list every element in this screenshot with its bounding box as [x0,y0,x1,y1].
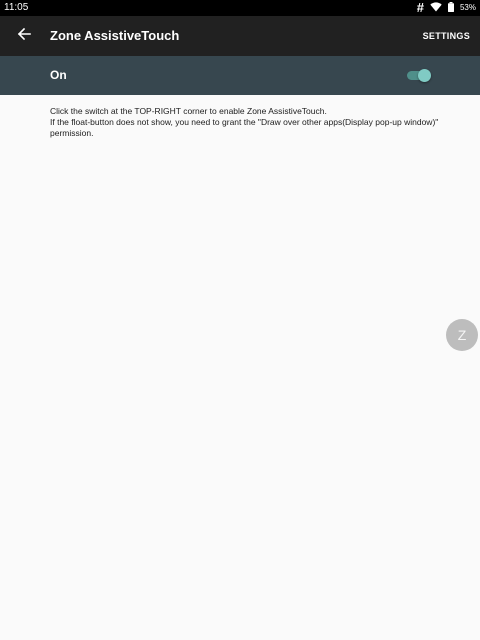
instruction-line-2: If the float-button does not show, you n… [50,117,439,138]
hash-icon: # [416,0,424,15]
enable-toggle[interactable] [407,68,431,84]
instruction-line-1: Click the switch at the TOP-RIGHT corner… [50,106,327,116]
arrow-back-icon [17,27,31,46]
status-bar: 11:05 # 53% [0,0,480,16]
instructions-text: Click the switch at the TOP-RIGHT corner… [50,106,450,139]
battery-icon [447,1,454,15]
page-title: Zone AssistiveTouch [50,28,180,43]
toggle-thumb [418,69,431,82]
wifi-icon [430,1,442,15]
master-switch-bar[interactable]: On [0,56,480,95]
assistive-float-button[interactable]: Z [446,319,478,351]
back-button[interactable] [8,20,40,52]
status-time: 11:05 [4,2,29,13]
battery-percent: 53% [459,3,476,12]
settings-button[interactable]: SETTINGS [423,16,470,56]
status-icons: # 53% [417,0,476,16]
switch-label: On [50,68,67,82]
app-bar: Zone AssistiveTouch SETTINGS [0,16,480,56]
